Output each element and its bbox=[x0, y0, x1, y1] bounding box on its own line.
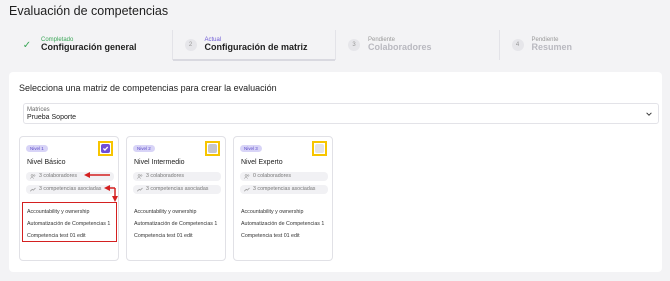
step-number: 3 bbox=[348, 39, 360, 51]
step-label: Resumen bbox=[531, 42, 573, 53]
step-collaborators[interactable]: 3 Pendiente Colaboradores bbox=[336, 30, 500, 60]
step-label: Configuración general bbox=[41, 42, 137, 53]
stepper: ✓ Completado Configuración general 2 Act… bbox=[9, 30, 663, 61]
step-general-config[interactable]: ✓ Completado Configuración general bbox=[9, 30, 173, 60]
step-label: Configuración de matriz bbox=[204, 42, 308, 53]
step-matrix-config[interactable]: 2 Actual Configuración de matriz bbox=[172, 30, 336, 61]
check-icon: ✓ bbox=[22, 39, 32, 51]
matrix-panel: Selecciona una matriz de competencias pa… bbox=[9, 72, 662, 272]
page-title: Evaluación de competencias bbox=[9, 4, 169, 18]
step-number: 4 bbox=[511, 39, 524, 51]
annotation-arrows bbox=[84, 172, 118, 202]
step-number: 2 bbox=[184, 39, 197, 51]
step-summary[interactable]: 4 Pendiente Resumen bbox=[500, 30, 663, 60]
step-label: Colaboradores bbox=[368, 42, 432, 53]
